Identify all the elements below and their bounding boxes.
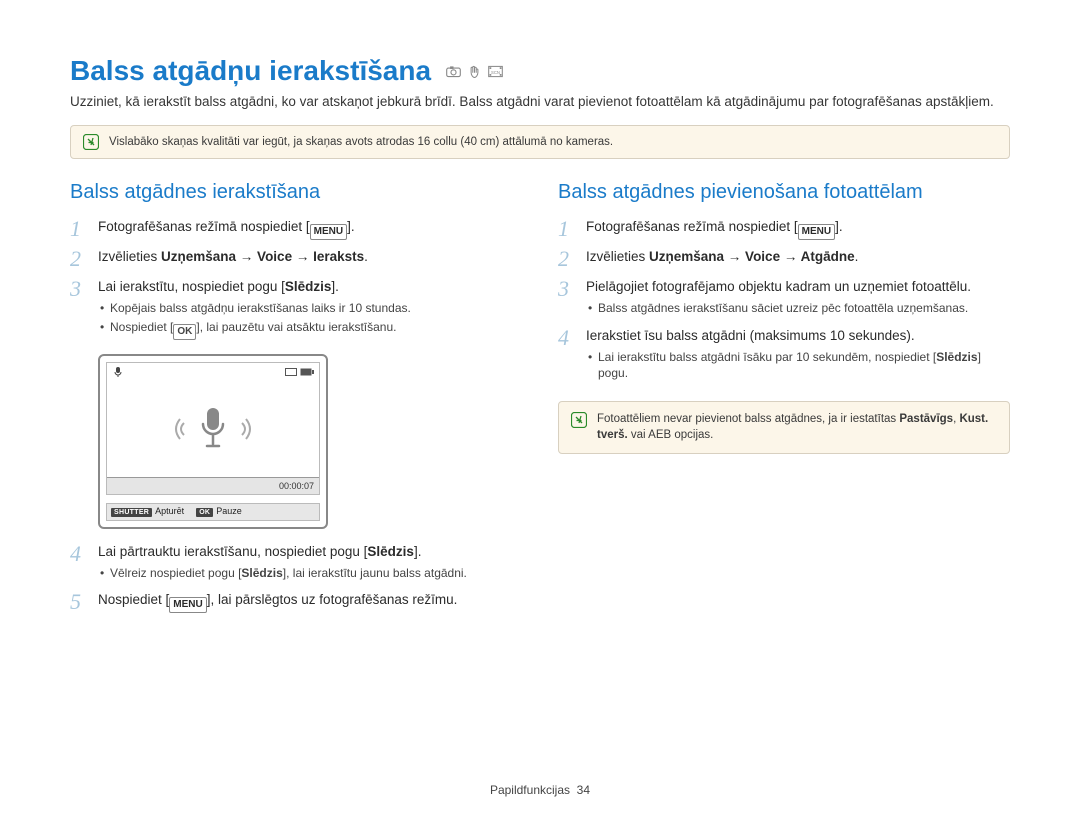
page-title: Balss atgādņu ierakstīšana: [70, 55, 431, 87]
menu-button-icon: MENU: [798, 224, 835, 240]
left-step-5: Nospiediet [MENU], lai pārslēgtos uz fot…: [98, 591, 522, 613]
step-number: 4: [558, 327, 576, 349]
step-number: 1: [70, 218, 88, 240]
step-number: 2: [70, 248, 88, 270]
step-number: 4: [70, 543, 88, 565]
right-note-text: Fotoattēliem nevar pievienot balss atgād…: [597, 412, 997, 443]
step-number: 3: [70, 278, 88, 300]
shutter-action: Apturēt: [155, 506, 184, 516]
right-step-4-sub: Lai ierakstītu balss atgādni īsāku par 1…: [586, 349, 1010, 381]
ok-button-icon: OK: [173, 324, 196, 340]
mic-small-icon: [112, 366, 124, 378]
ok-tag: OK: [196, 508, 213, 517]
left-step-1: Fotografēšanas režīmā nospiediet [MENU].: [98, 218, 522, 240]
right-step-3-sub: Balss atgādnes ierakstīšanu sāciet uzrei…: [586, 300, 1010, 316]
sound-waves-left-icon: [166, 414, 186, 444]
right-step-4: Ierakstiet īsu balss atgādni (maksimums …: [586, 327, 1010, 384]
right-step-3: Pielāgojiet fotografējamo objektu kadram…: [586, 278, 1010, 318]
menu-button-icon: MENU: [310, 224, 347, 240]
left-step-4-sub: Vēlreiz nospiediet pogu [Slēdzis], lai i…: [98, 565, 522, 581]
left-column: Balss atgādnes ierakstīšana 1 Fotografēš…: [70, 181, 522, 621]
top-note-box: Vislabāko skaņas kvalitāti var iegūt, ja…: [70, 125, 1010, 159]
camera-icon: [445, 63, 462, 80]
step-number: 5: [70, 591, 88, 613]
recording-diagram: 00:00:07 SHUTTERApturēt OKPauze: [98, 354, 328, 529]
note-icon: [571, 412, 587, 428]
microphone-icon: [196, 406, 230, 452]
note-icon: [83, 134, 99, 150]
scn-icon: SCN: [487, 63, 504, 80]
card-icon: [285, 368, 297, 376]
page-footer: Papildfunkcijas 34: [0, 783, 1080, 797]
top-note-text: Vislabāko skaņas kvalitāti var iegūt, ja…: [109, 136, 613, 148]
mode-icons: SCN: [445, 63, 504, 80]
sound-waves-right-icon: [240, 414, 260, 444]
left-heading: Balss atgādnes ierakstīšana: [70, 181, 522, 204]
ok-action: Pauze: [216, 506, 242, 516]
step-number: 2: [558, 248, 576, 270]
battery-icon: [300, 368, 314, 376]
right-step-2: Izvēlieties Uzņemšana → Voice → Atgādne.: [586, 248, 1010, 266]
right-column: Balss atgādnes pievienošana fotoattēlam …: [558, 181, 1010, 621]
svg-text:SCN: SCN: [491, 70, 500, 75]
left-step-3-sub2: Nospiediet [OK], lai pauzētu vai atsāktu…: [98, 319, 522, 340]
recording-timer: 00:00:07: [279, 481, 314, 491]
left-step-2: Izvēlieties Uzņemšana → Voice → Ieraksts…: [98, 248, 522, 266]
step-number: 3: [558, 278, 576, 300]
left-step-3-sub1: Kopējais balss atgādņu ierakstīšanas lai…: [98, 300, 522, 316]
right-note-box: Fotoattēliem nevar pievienot balss atgād…: [558, 401, 1010, 454]
menu-button-icon: MENU: [169, 597, 206, 613]
shutter-tag: SHUTTER: [111, 508, 152, 517]
right-step-1: Fotografēšanas režīmā nospiediet [MENU].: [586, 218, 1010, 240]
right-heading: Balss atgādnes pievienošana fotoattēlam: [558, 181, 1010, 204]
hand-icon: [466, 63, 483, 80]
step-number: 1: [558, 218, 576, 240]
intro-text: Uzziniet, kā ierakstīt balss atgādni, ko…: [70, 93, 1010, 111]
left-step-4: Lai pārtrauktu ierakstīšanu, nospiediet …: [98, 543, 522, 583]
left-step-3: Lai ierakstītu, nospiediet pogu [Slēdzis…: [98, 278, 522, 341]
